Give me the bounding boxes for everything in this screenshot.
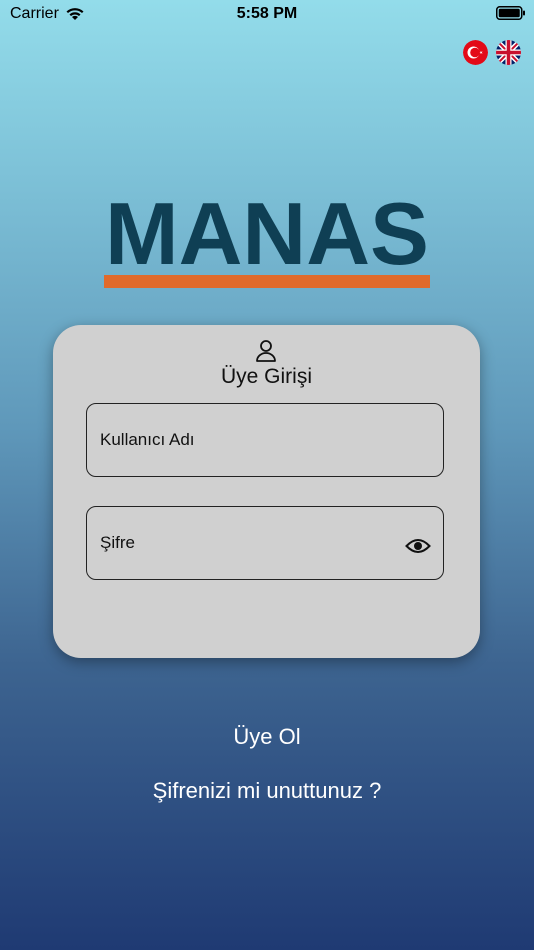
login-card: Üye Girişi Kullanıcı Adı Şifre (53, 325, 480, 658)
uk-flag-icon (496, 40, 521, 65)
password-placeholder: Şifre (100, 533, 135, 552)
status-bar: Carrier 5:58 PM (0, 0, 534, 28)
username-placeholder: Kullanıcı Adı (100, 430, 195, 449)
eye-icon[interactable] (405, 537, 431, 555)
username-input[interactable]: Kullanıcı Adı (86, 403, 444, 477)
battery-icon (496, 6, 525, 20)
language-english-button[interactable] (496, 40, 521, 65)
turkey-flag-icon (463, 40, 488, 65)
user-icon (256, 340, 276, 362)
logo-underline-bar (104, 275, 430, 288)
logo-text: MANAS (105, 196, 429, 283)
login-title: Üye Girişi (220, 365, 312, 388)
language-turkish-button[interactable] (463, 40, 488, 65)
register-link[interactable]: Üye Ol (0, 724, 534, 750)
forgot-password-link[interactable]: Şifrenizi mi unuttunuz ? (0, 778, 534, 804)
password-input[interactable]: Şifre (86, 506, 444, 580)
status-time: 5:58 PM (236, 5, 298, 22)
manas-logo: MANAS (104, 196, 430, 288)
